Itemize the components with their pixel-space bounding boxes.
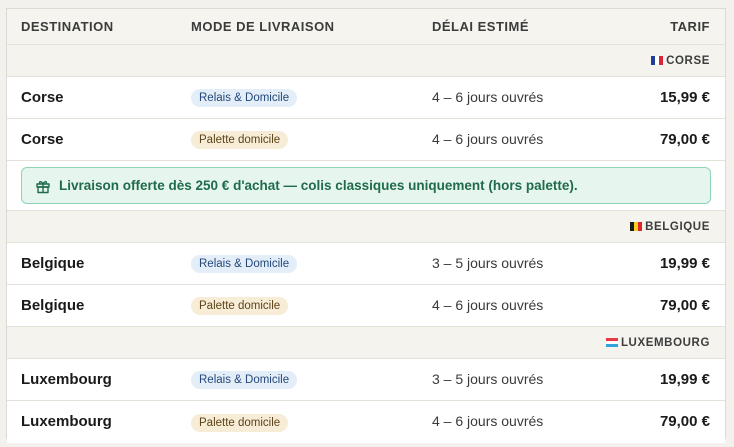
mode-badge: Relais & Domicile [191, 371, 298, 389]
group-header-luxembourg: LUXEMBOURG [7, 327, 725, 359]
delai-cell: 4 – 6 jours ouvrés [432, 413, 544, 429]
tarif-cell: 19,99 € [659, 254, 710, 272]
table-row: Luxembourg Palette domicile 4 – 6 jours … [7, 401, 725, 443]
table-header: DESTINATION MODE DE LIVRAISON DÉLAI ESTI… [7, 9, 725, 45]
header-delai: DÉLAI ESTIMÉ [432, 18, 530, 34]
delai-cell: 3 – 5 jours ouvrés [432, 254, 544, 271]
belgium-flag-icon [630, 222, 643, 231]
mode-badge: Palette domicile [191, 413, 289, 432]
table-row: Belgique Relais & Domicile 3 – 5 jours o… [7, 243, 725, 285]
mode-badge: Relais & Domicile [191, 89, 298, 107]
promo-text: Livraison offerte dès 250 € d'achat — co… [59, 178, 578, 193]
delai-cell: 4 – 6 jours ouvrés [432, 88, 544, 105]
header-tarif: TARIF [670, 18, 710, 34]
luxembourg-flag-icon [605, 338, 618, 347]
tarif-cell: 79,00 € [659, 130, 710, 148]
delai-cell: 4 – 6 jours ouvrés [432, 296, 544, 313]
free-shipping-notice: Livraison offerte dès 250 € d'achat — co… [21, 167, 711, 204]
mode-badge: Palette domicile [191, 297, 289, 315]
group-label: BELGIQUE [645, 220, 710, 233]
table-row: Corse Relais & Domicile 4 – 6 jours ouvr… [7, 77, 725, 119]
group-label: CORSE [666, 54, 710, 67]
header-mode: MODE DE LIVRAISON [191, 18, 335, 34]
delai-cell: 4 – 6 jours ouvrés [432, 130, 544, 147]
france-flag-icon [651, 56, 664, 65]
table-row: Belgique Palette domicile 4 – 6 jours ou… [7, 285, 725, 327]
table-row: Luxembourg Relais & Domicile 3 – 5 jours… [7, 359, 725, 401]
destination-cell: Luxembourg [21, 370, 112, 388]
tarif-cell: 15,99 € [659, 88, 710, 106]
group-header-corse: CORSE [7, 45, 725, 77]
mode-badge: Palette domicile [191, 131, 289, 149]
destination-cell: Luxembourg [21, 413, 112, 430]
gift-icon [36, 180, 50, 193]
mode-badge: Relais & Domicile [191, 255, 298, 273]
group-label: LUXEMBOURG [620, 336, 710, 349]
group-header-belgique: BELGIQUE [7, 211, 725, 243]
delai-cell: 3 – 5 jours ouvrés [432, 370, 544, 387]
destination-cell: Corse [21, 130, 64, 148]
tarif-cell: 79,00 € [659, 296, 710, 314]
header-destination: DESTINATION [21, 18, 114, 34]
tarif-cell: 19,99 € [659, 370, 710, 388]
table-row: Corse Palette domicile 4 – 6 jours ouvré… [7, 119, 725, 161]
promo-row: Livraison offerte dès 250 € d'achat — co… [7, 161, 725, 211]
destination-cell: Belgique [21, 254, 85, 272]
tarif-cell: 79,00 € [659, 413, 710, 430]
shipping-rates-table: DESTINATION MODE DE LIVRAISON DÉLAI ESTI… [6, 8, 726, 443]
destination-cell: Belgique [21, 296, 85, 314]
destination-cell: Corse [21, 88, 64, 106]
